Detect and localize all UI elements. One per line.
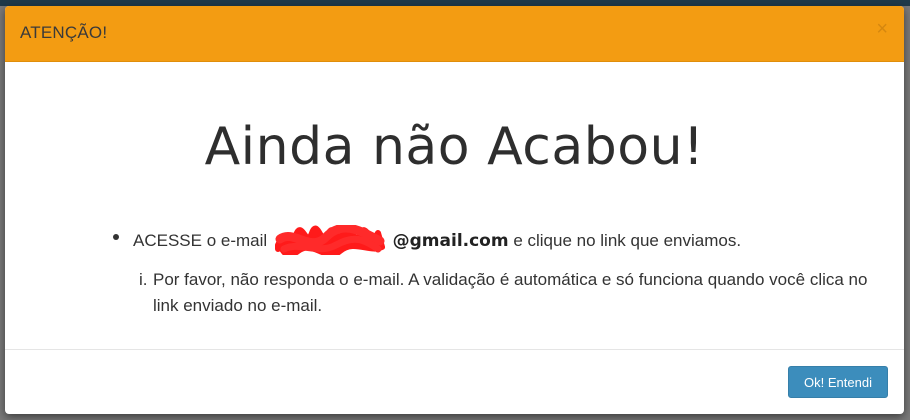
modal-footer: Ok! Entendi	[5, 349, 904, 414]
modal-header: ATENÇÃO! ×	[5, 6, 904, 62]
bullet-icon	[113, 234, 119, 240]
list-item: ACESSE o e-mail @gmail.com e clique no l…	[113, 225, 883, 255]
modal-title: ATENÇÃO!	[20, 23, 108, 42]
instruction-prefix: ACESSE o e-mail	[133, 231, 268, 250]
subitem-text: Por favor, não responda o e-mail. A vali…	[153, 270, 868, 315]
redacted-email-scribble	[274, 225, 385, 255]
instruction-suffix: e clique no link que enviamos.	[513, 231, 742, 250]
close-icon[interactable]: ×	[876, 19, 888, 39]
subitem-marker: i.	[139, 270, 148, 289]
instructions-list: ACESSE o e-mail @gmail.com e clique no l…	[113, 225, 883, 319]
modal-body: Ainda não Acabou! ACESSE o e-mail @gmail…	[5, 62, 904, 349]
email-domain: @gmail.com	[392, 231, 509, 251]
alert-modal: ATENÇÃO! × Ainda não Acabou! ACESSE o e-…	[5, 6, 904, 414]
headline: Ainda não Acabou!	[204, 117, 705, 177]
ok-button[interactable]: Ok! Entendi	[788, 366, 888, 398]
list-subitem: i. Por favor, não responda o e-mail. A v…	[113, 267, 883, 319]
